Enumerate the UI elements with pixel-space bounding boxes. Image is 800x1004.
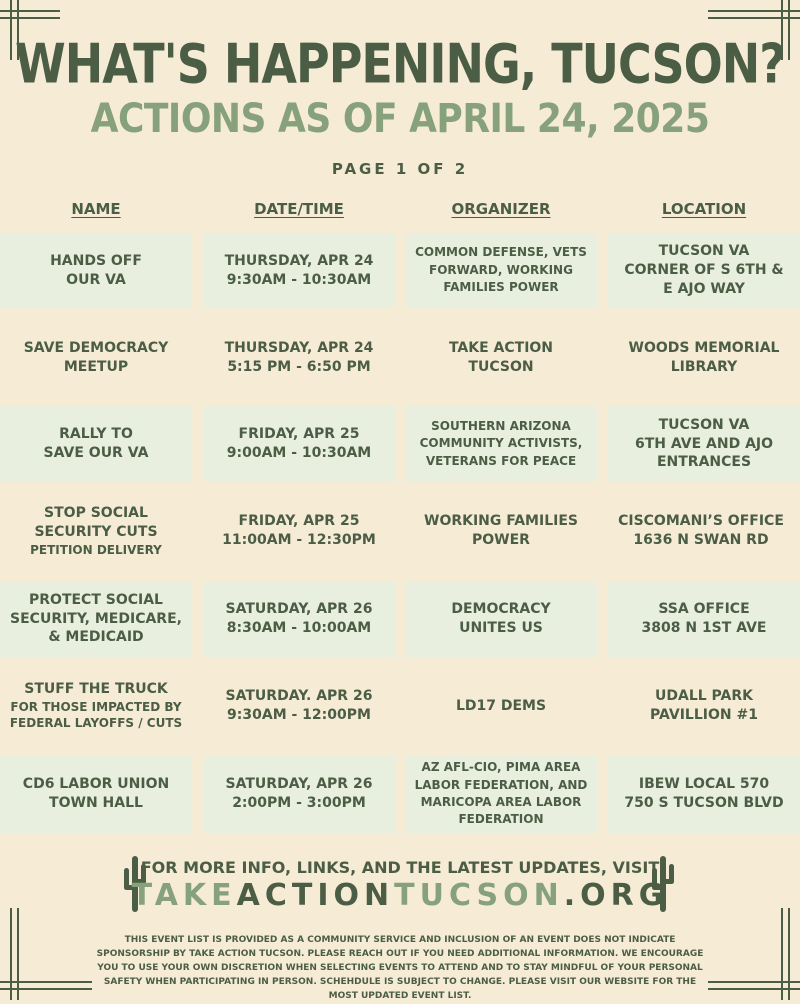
column-headers: NAME DATE/TIME ORGANIZER LOCATION <box>0 200 800 224</box>
event-organizer: COMMON DEFENSE, VETS FORWARD, WORKING FAMI… <box>405 233 597 308</box>
event-datetime: THURSDAY, APR 24 5:15 PM - 6:50 PM <box>224 339 374 375</box>
website-link-part: .ORG <box>563 878 669 913</box>
website-link[interactable]: TAKEACTIONTUCSON.ORG <box>0 878 800 913</box>
event-datetime: SATURDAY, APR 26 8:30AM - 10:00AM <box>203 581 395 657</box>
event-datetime: THURSDAY, APR 24 9:30AM - 10:30AM <box>203 233 395 308</box>
event-name: CD6 LABOR UNION TOWN HALL <box>0 755 192 833</box>
event-organizer: WORKING FAMILIES POWER <box>424 513 578 548</box>
event-organizer: AZ AFL-CIO, PIMA AREA LABOR FEDERATION, A… <box>405 755 597 833</box>
event-location: CISCOMANI’S OFFICE 1636 N SWAN RD <box>618 513 784 548</box>
event-name: HANDS OFF OUR VA <box>0 233 192 308</box>
page-title: WHAT'S HAPPENING, TUCSON? <box>15 32 786 96</box>
event-datetime: FRIDAY, APR 25 11:00AM - 12:30PM <box>222 513 376 548</box>
website-link-part: TAKE <box>131 878 237 913</box>
column-header-location: LOCATION <box>661 200 747 218</box>
website-link-part: TUCSON <box>394 878 564 913</box>
event-organizer: DEMOCRACY UNITES US <box>405 581 597 657</box>
column-header-name: NAME <box>71 200 121 218</box>
event-location: SSA OFFICE 3808 N 1ST AVE <box>608 581 800 657</box>
column-header-organizer: ORGANIZER <box>451 200 551 218</box>
disclaimer-text: THIS EVENT LIST IS PROVIDED AS A COMMUNI… <box>96 935 704 1001</box>
corner-decoration-bottom-right <box>708 908 800 1000</box>
page-indicator: PAGE 1 OF 2 <box>331 160 469 178</box>
event-organizer: TAKE ACTION TUCSON <box>448 339 554 375</box>
website-link-part: ACTION <box>236 878 395 913</box>
event-datetime: SATURDAY, APR 26 2:00PM - 3:00PM <box>203 755 395 833</box>
event-name: SAVE DEMOCRACY MEETUP <box>23 339 169 375</box>
event-location: TUCSON VA CORNER OF S 6TH & E AJO WAY <box>608 233 800 308</box>
event-name: STUFF THE TRUCK FOR THOSE IMPACTED BY FEDE… <box>9 681 183 731</box>
event-location: UDALL PARK PAVILLION #1 <box>650 688 758 723</box>
event-name: STOP SOCIAL SECURITY CUTS PETITION DELIVER… <box>30 505 162 557</box>
footer-visit-text: FOR MORE INFO, LINKS, AND THE LATEST UPD… <box>140 858 660 877</box>
corner-decoration-bottom-left <box>0 908 92 1000</box>
event-organizer: SOUTHERN ARIZONA COMMUNITY ACTIVISTS, VETE… <box>405 406 597 482</box>
column-header-datetime: DATE/TIME <box>254 200 344 218</box>
event-name: PROTECT SOCIAL SECURITY, MEDICARE, & MEDIC… <box>0 581 192 657</box>
event-datetime: FRIDAY, APR 25 9:00AM - 10:30AM <box>203 406 395 482</box>
event-datetime: SATURDAY. APR 26 9:30AM - 12:00PM <box>225 688 373 723</box>
event-location: IBEW LOCAL 570 750 S TUCSON BLVD <box>608 755 800 833</box>
event-organizer: LD17 DEMS <box>455 697 547 714</box>
event-location: TUCSON VA 6TH AVE AND AJO ENTRANCES <box>608 406 800 482</box>
page-subtitle: ACTIONS AS OF APRIL 24, 2025 <box>90 96 710 142</box>
event-name: RALLY TO SAVE OUR VA <box>0 406 192 482</box>
event-location: WOODS MEMORIAL LIBRARY <box>628 339 780 375</box>
